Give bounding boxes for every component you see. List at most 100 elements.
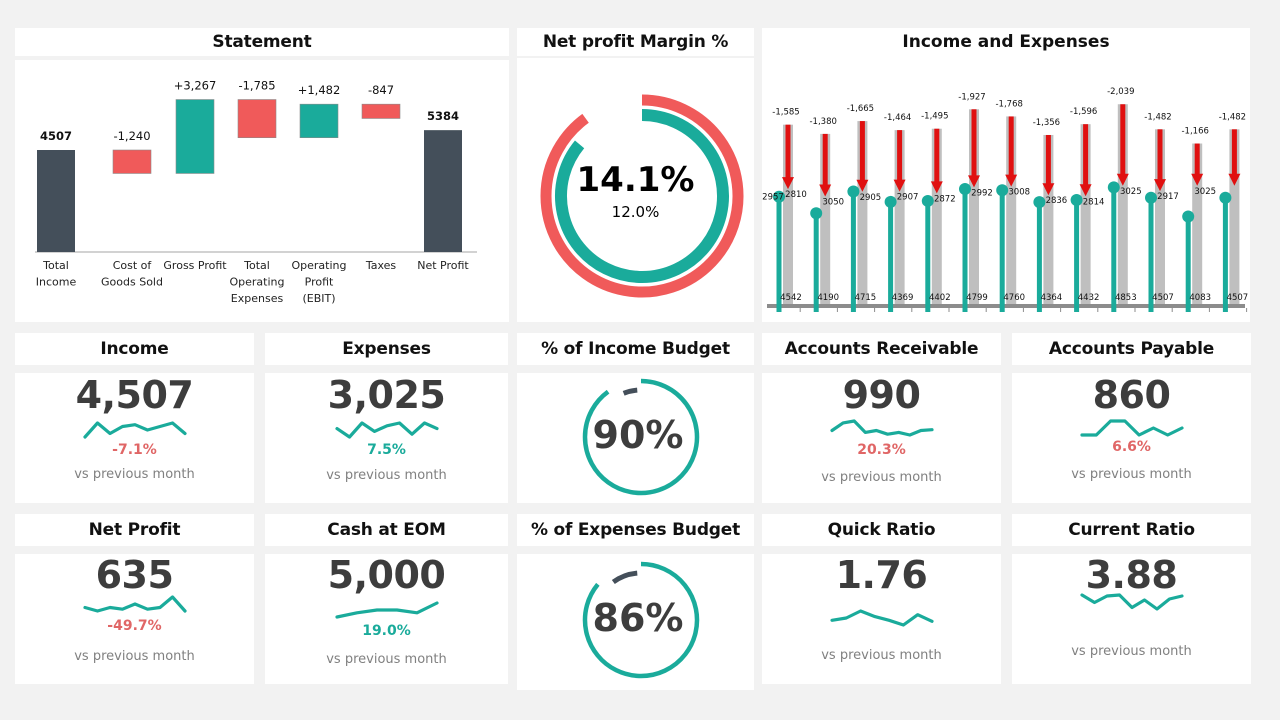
waterfall-category-label: Expenses (231, 292, 284, 305)
expense-label: 2917 (1157, 192, 1179, 202)
difference-arrow-shaft (822, 133, 828, 187)
difference-arrow-shaft (1231, 129, 1237, 176)
cash-eom-sparkline (334, 601, 439, 619)
expenses-header: Expenses (265, 333, 508, 365)
income-dot (847, 185, 860, 198)
income-label: 4083 (1189, 293, 1211, 303)
difference-label: -1,665 (847, 104, 874, 114)
accounts-receivable-sparkline-path (829, 419, 934, 437)
waterfall-value-label: -1,240 (113, 129, 150, 143)
current-ratio-value: 3.88 (1085, 553, 1178, 597)
net-profit-change: -49.7% (107, 618, 162, 634)
expenses-budget-header: % of Expenses Budget (517, 514, 754, 546)
income-label: 4507 (1152, 293, 1174, 303)
net-profit-caption: vs previous month (74, 649, 195, 664)
difference-arrow-shaft (897, 130, 903, 182)
waterfall-category-label: Operating (292, 259, 347, 272)
difference-arrow-shaft (1120, 104, 1126, 176)
cash-eom-sparkline-path (334, 601, 439, 619)
waterfall-bar-1 (37, 149, 75, 252)
waterfall-category-label: Net Profit (417, 259, 469, 272)
expense-label: 2907 (897, 193, 919, 203)
difference-label: -1,356 (1033, 118, 1060, 128)
accounts-receivable-title: Accounts Receivable (784, 339, 979, 359)
expenses-budget-remaining-arc (611, 570, 638, 585)
accounts-payable-card: 860 6.6% vs previous month (1012, 373, 1251, 503)
expense-label: 2836 (1046, 196, 1068, 206)
income-dot (810, 207, 823, 220)
income-budget-remaining-arc (622, 387, 638, 396)
difference-arrow-shaft (859, 121, 865, 182)
difference-arrow-shaft (1194, 143, 1200, 176)
current-ratio-caption: vs previous month (1071, 644, 1192, 659)
income-budget-header: % of Income Budget (517, 333, 754, 365)
expense-label: 3050 (822, 198, 844, 208)
expenses-budget-title: % of Expenses Budget (530, 520, 741, 540)
income-label: 4190 (817, 293, 839, 303)
accounts-receivable-caption: vs previous month (821, 470, 942, 485)
ie-axis (767, 304, 1245, 308)
waterfall-category-label: Total (42, 259, 69, 272)
expenses-budget-card: 86% (517, 554, 754, 690)
income-header: Income (15, 333, 254, 365)
waterfall-bar-6 (361, 103, 401, 119)
margin-panel: 14.1% 12.0% (517, 58, 754, 322)
expenses-change: 7.5% (367, 442, 406, 458)
expense-label: 2992 (971, 188, 993, 198)
net-profit-card: 635 -49.7% vs previous month (15, 553, 254, 684)
quick-ratio-sparkline (829, 609, 934, 627)
current-ratio-card: 3.88 vs previous month (1012, 553, 1251, 684)
difference-label: -1,166 (1181, 127, 1208, 137)
income-dot (1219, 191, 1232, 204)
income-expenses-panel: Income and Expenses -1,585 4542 2810 2957 -1… (762, 28, 1250, 322)
quick-ratio-caption: vs previous month (821, 648, 942, 663)
expense-label: 2872 (934, 194, 956, 204)
difference-arrow-shaft (1083, 124, 1089, 187)
accounts-payable-title: Accounts Payable (1048, 339, 1215, 359)
difference-arrow-shaft (934, 128, 940, 184)
statement-waterfall-chart: 4507 Total Income -1,240 Cost of Goods Sold +3… (35, 79, 477, 305)
accounts-payable-value: 860 (1092, 373, 1171, 417)
expenses-title: Expenses (342, 339, 431, 359)
statement-panel: 4507 Total Income -1,240 Cost of Goods Sold +3… (15, 60, 509, 322)
quick-ratio-header: Quick Ratio (762, 514, 1001, 546)
expense-label: 2814 (1083, 197, 1105, 207)
net-profit-sparkline-path (82, 595, 187, 613)
income-label: 4364 (1041, 293, 1063, 303)
income-dot (1070, 194, 1083, 207)
income-label: 4760 (1003, 293, 1025, 303)
expense-label: 3025 (1194, 187, 1216, 197)
net-profit-header: Net Profit (15, 514, 254, 546)
waterfall-category-label: Profit (305, 276, 334, 289)
waterfall-category-label: (EBIT) (302, 292, 335, 305)
current-ratio-sparkline-path (1079, 593, 1184, 611)
cash-eom-card: 5,000 19.0% vs previous month (265, 553, 508, 684)
income-caption: vs previous month (74, 467, 195, 482)
waterfall-category-label: Cost of (113, 259, 153, 272)
accounts-receivable-header: Accounts Receivable (762, 333, 1001, 365)
income-card: 4,507 -7.1% vs previous month (15, 373, 254, 503)
statement-title: Statement (212, 32, 312, 52)
waterfall-value-label: 5384 (427, 109, 459, 123)
income-value: 4,507 (75, 373, 194, 417)
accounts-payable-change: 6.6% (1112, 439, 1151, 455)
income-expenses-chart: -1,585 4542 28102957 -1,380 4190 3050 -1,665 47… (762, 87, 1248, 312)
difference-label: -1,768 (995, 99, 1022, 109)
difference-arrow-shaft (1157, 129, 1163, 182)
income-dot (1145, 191, 1157, 204)
waterfall-category-label: Taxes (365, 259, 397, 272)
waterfall-category-label: Goods Sold (101, 276, 163, 289)
current-ratio-title: Current Ratio (1068, 520, 1195, 540)
cash-eom-value: 5,000 (327, 553, 446, 597)
difference-label: -1,482 (1219, 112, 1246, 122)
waterfall-category-label: Income (36, 276, 77, 289)
difference-arrow-shaft (971, 109, 977, 178)
difference-label: -1,482 (1144, 112, 1171, 122)
current-ratio-sparkline (1079, 593, 1184, 611)
income-label: 4402 (929, 293, 951, 303)
quick-ratio-value: 1.76 (835, 553, 928, 597)
accounts-payable-sparkline-path (1079, 419, 1184, 437)
expense-label: 3025 (1120, 187, 1142, 197)
margin-previous-value: 12.0% (611, 203, 660, 221)
difference-label: -1,585 (772, 108, 799, 118)
